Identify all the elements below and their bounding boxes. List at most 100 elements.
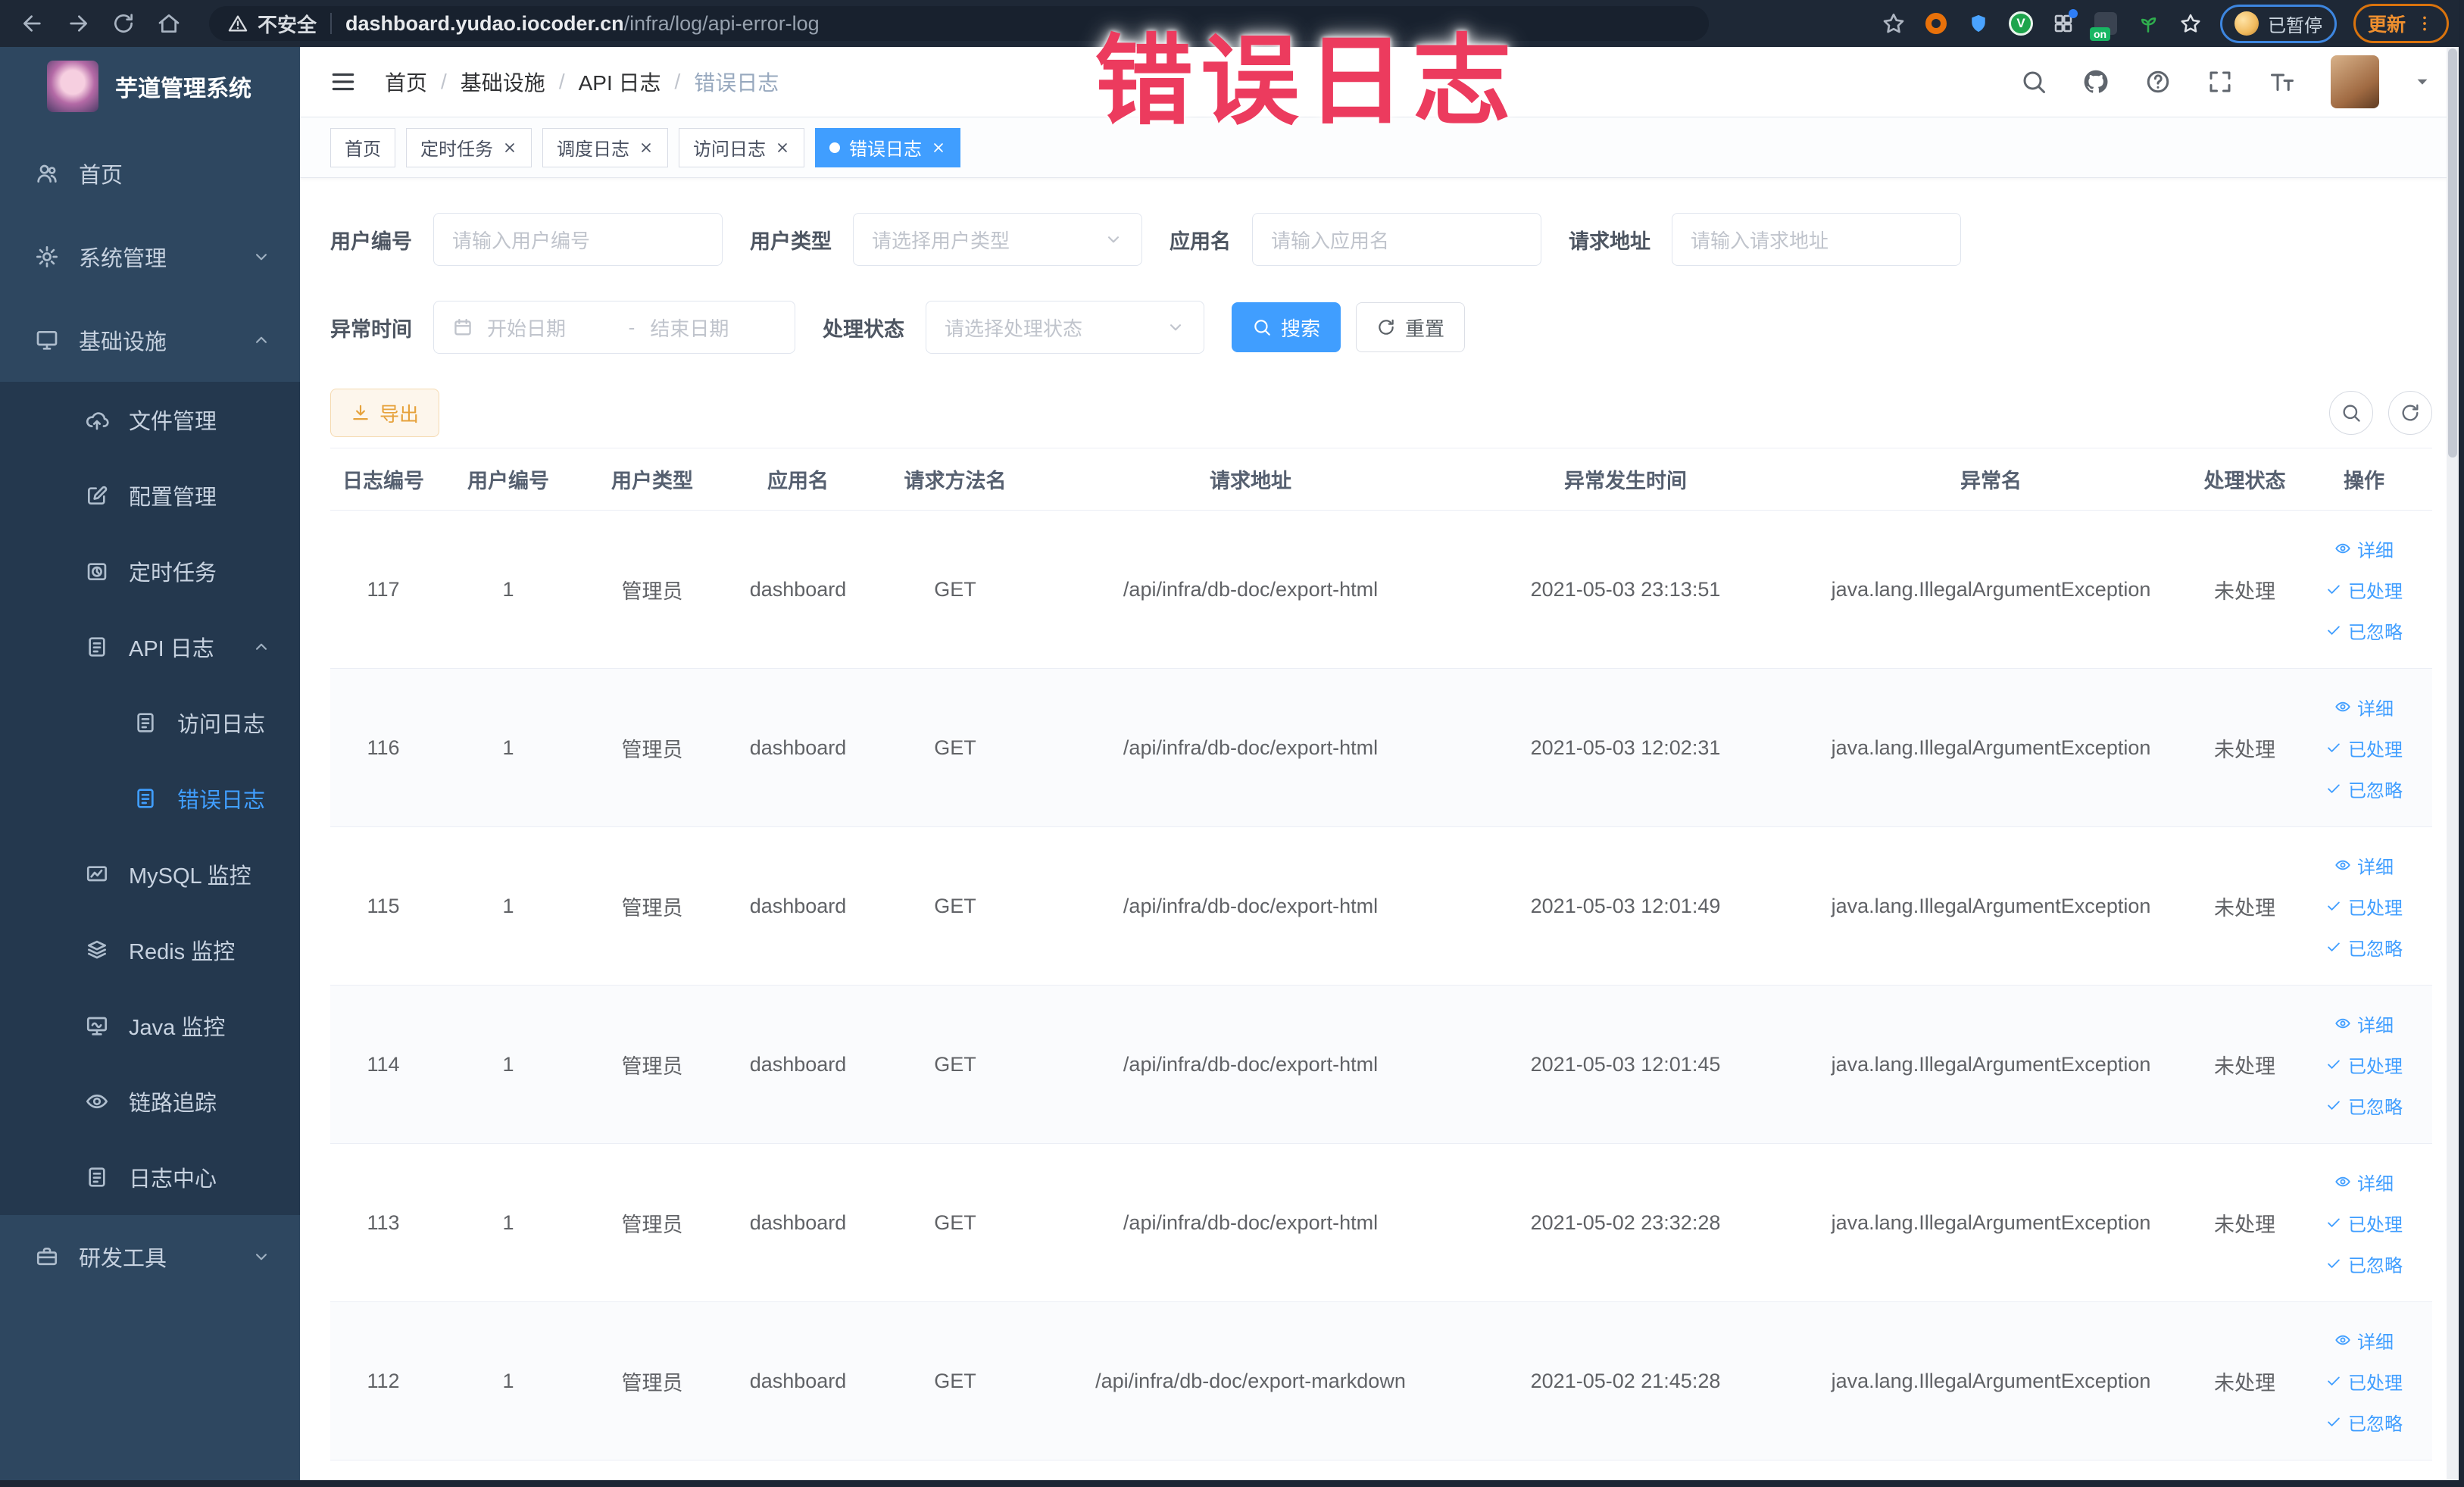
refresh-table-button[interactable] — [2388, 391, 2432, 435]
extension-sprout[interactable] — [2135, 11, 2161, 36]
sidebar-item-home[interactable]: 首页 — [0, 132, 300, 215]
detail-link[interactable]: 详细 — [2303, 1161, 2425, 1202]
tag-首页[interactable]: 首页 — [330, 127, 395, 167]
user-avatar[interactable] — [2331, 55, 2379, 108]
sidebar-item-log-center[interactable]: 日志中心 — [0, 1139, 300, 1215]
page-scrollbar[interactable] — [2447, 47, 2459, 1480]
close-icon[interactable] — [775, 140, 790, 155]
tag-错误日志[interactable]: 错误日志 — [815, 127, 960, 167]
detail-link[interactable]: 详细 — [2303, 528, 2425, 569]
browser-home-button[interactable] — [151, 6, 186, 41]
column-header: 用户编号 — [436, 448, 580, 511]
browser-update-pill[interactable]: 更新 — [2353, 4, 2449, 43]
user-id-input[interactable]: 请输入用户编号 — [433, 213, 723, 266]
github-icon[interactable] — [2082, 68, 2110, 95]
process-status-select[interactable]: 请选择处理状态 — [926, 301, 1204, 354]
detail-link[interactable]: 详细 — [2303, 1320, 2425, 1360]
text-size-icon[interactable] — [2269, 68, 2296, 95]
sidebar-item-api-log[interactable]: API 日志 — [0, 609, 300, 685]
sidebar-item-label: API 日志 — [129, 637, 214, 661]
exception-time-cell: 2021-05-03 23:13:51 — [1463, 510, 1788, 669]
close-icon[interactable] — [931, 140, 946, 155]
sidebar-item-label: 系统管理 — [79, 247, 167, 271]
sidebar-item-config-management[interactable]: 配置管理 — [0, 458, 300, 533]
input-placeholder: 请输入应用名 — [1271, 229, 1390, 252]
processed-link[interactable]: 已处理 — [2303, 727, 2425, 768]
detail-link[interactable]: 详细 — [2303, 686, 2425, 727]
detail-link[interactable]: 详细 — [2303, 845, 2425, 886]
sidebar-item-system-management[interactable]: 系统管理 — [0, 215, 300, 298]
status-cell: 未处理 — [2194, 510, 2296, 669]
filter-process-status: 处理状态 请选择处理状态 — [823, 301, 1204, 354]
app-name-input[interactable]: 请输入应用名 — [1252, 213, 1541, 266]
extension-green-circle[interactable]: V — [2008, 11, 2034, 36]
processed-link[interactable]: 已处理 — [2303, 569, 2425, 610]
request-url-input[interactable]: 请输入请求地址 — [1672, 213, 1961, 266]
close-icon[interactable] — [502, 140, 517, 155]
scrollbar-thumb[interactable] — [2448, 48, 2457, 458]
export-button[interactable]: 导出 — [330, 389, 440, 437]
sidebar-item-access-log[interactable]: 访问日志 — [0, 685, 300, 761]
sidebar-item-mysql-monitor[interactable]: MySQL 监控 — [0, 836, 300, 912]
ignored-link[interactable]: 已忽略 — [2303, 768, 2425, 809]
sidebar-item-error-log[interactable]: 错误日志 — [0, 761, 300, 836]
processed-link[interactable]: 已处理 — [2303, 1202, 2425, 1243]
bookmark-star-button[interactable] — [1881, 11, 1907, 36]
sidebar-item-redis-monitor[interactable]: Redis 监控 — [0, 912, 300, 988]
breadcrumb-item[interactable]: 基础设施 — [461, 67, 545, 97]
breadcrumb-item[interactable]: API 日志 — [579, 67, 661, 97]
browser-forward-button[interactable] — [61, 6, 95, 41]
browser-back-button[interactable] — [15, 6, 50, 41]
tag-调度日志[interactable]: 调度日志 — [542, 127, 668, 167]
check-icon — [2325, 1414, 2342, 1430]
processed-link[interactable]: 已处理 — [2303, 886, 2425, 926]
address-bar[interactable]: 不安全 dashboard.yudao.iocoder.cn/infra/log… — [209, 6, 1709, 41]
eye-icon — [2334, 698, 2351, 715]
kebab-menu-icon[interactable] — [2415, 14, 2434, 33]
table-row: 117 1 管理员 dashboard GET/api/infra/db-doc/exp… — [330, 510, 2432, 669]
toggle-search-button[interactable] — [2329, 391, 2373, 435]
caret-down-icon[interactable] — [2414, 73, 2431, 90]
detail-link[interactable]: 详细 — [2303, 1003, 2425, 1044]
ignored-link[interactable]: 已忽略 — [2303, 1243, 2425, 1284]
extensions-puzzle-button[interactable] — [2178, 11, 2203, 36]
extension-orange[interactable] — [1923, 11, 1949, 36]
help-icon[interactable] — [2144, 68, 2172, 95]
date-range-picker[interactable]: 开始日期 - 结束日期 — [433, 301, 795, 354]
ignored-link[interactable]: 已忽略 — [2303, 1085, 2425, 1126]
breadcrumb-item[interactable]: 首页 — [385, 67, 427, 97]
check-icon — [2325, 1255, 2342, 1272]
processed-link[interactable]: 已处理 — [2303, 1044, 2425, 1085]
ignored-link[interactable]: 已忽略 — [2303, 1401, 2425, 1442]
fullscreen-icon[interactable] — [2206, 68, 2234, 95]
browser-reload-button[interactable] — [106, 6, 141, 41]
tag-定时任务[interactable]: 定时任务 — [406, 127, 532, 167]
filter-request-url: 请求地址 请输入请求地址 — [1569, 213, 1961, 266]
close-icon[interactable] — [639, 140, 654, 155]
tampermonkey-paused-pill[interactable]: 已暂停 — [2219, 4, 2337, 43]
processed-link[interactable]: 已处理 — [2303, 1360, 2425, 1401]
ignored-link[interactable]: 已忽略 — [2303, 610, 2425, 651]
extension-grid[interactable] — [2050, 9, 2078, 36]
reset-button[interactable]: 重置 — [1356, 302, 1466, 352]
extension-shield[interactable] — [1966, 11, 1991, 36]
tag-访问日志[interactable]: 访问日志 — [679, 127, 804, 167]
sidebar-item-file-management[interactable]: 文件管理 — [0, 382, 300, 458]
sidebar-item-dev-tools[interactable]: 研发工具 — [0, 1215, 300, 1298]
extension-on-badge[interactable]: on — [2089, 11, 2119, 41]
hamburger-icon[interactable] — [329, 67, 358, 96]
tag-label: 错误日志 — [849, 139, 922, 160]
logo-row[interactable]: 芋道管理系统 — [0, 47, 300, 126]
search-icon[interactable] — [2020, 68, 2047, 95]
search-button[interactable]: 搜索 — [1232, 302, 1341, 352]
sidebar-item-trace[interactable]: 链路追踪 — [0, 1064, 300, 1139]
sidebar-item-infrastructure[interactable]: 基础设施 — [0, 298, 300, 382]
user-type-select[interactable]: 请选择用户类型 — [853, 213, 1142, 266]
sidebar-item-java-monitor[interactable]: Java 监控 — [0, 988, 300, 1064]
ignored-link[interactable]: 已忽略 — [2303, 926, 2425, 967]
table-toolbar: 导出 — [330, 389, 2432, 437]
app-name-cell: dashboard — [724, 1301, 872, 1460]
main-area: 首页 / 基础设施 / API 日志 / 错误日志 首页 定时任务 调度日志 访… — [300, 47, 2464, 1487]
sidebar-item-scheduled-tasks[interactable]: 定时任务 — [0, 533, 300, 609]
filter-label: 用户类型 — [750, 230, 832, 253]
